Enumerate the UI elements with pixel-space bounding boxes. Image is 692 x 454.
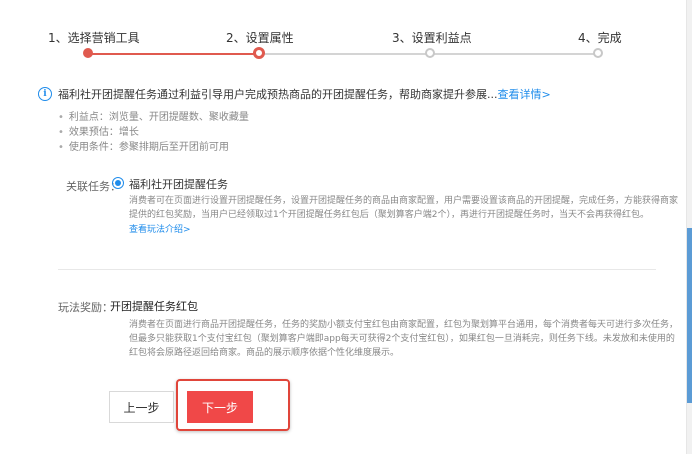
info-banner: i 福利社开团提醒任务通过利益引导用户完成预热商品的开团提醒任务，帮助商家提升参… — [38, 86, 551, 102]
bullet-conditions: 使用条件：参聚排期后至开团前可用 — [58, 140, 249, 155]
section-divider — [58, 269, 656, 270]
gameplay-intro-link[interactable]: 查看玩法介绍> — [129, 222, 191, 235]
related-task-radio[interactable] — [112, 177, 124, 189]
step-1-dot — [83, 48, 93, 58]
step-1-label: 1、选择营销工具 — [48, 31, 140, 45]
step-3-label: 3、设置利益点 — [392, 31, 472, 45]
prev-button[interactable]: 上一步 — [109, 391, 174, 423]
reward-desc-3: 红包将会原路径返回给商家。商品的展示顺序依据个性化维度展示。 — [129, 348, 400, 358]
step-3-dot — [425, 48, 435, 58]
step-2-dot — [253, 47, 265, 59]
scrollbar-track[interactable] — [687, 0, 692, 454]
scrollbar-thumb[interactable] — [687, 228, 692, 403]
view-details-link[interactable]: 查看详情> — [498, 86, 551, 102]
info-bullets: 利益点：浏览量、开团提醒数、聚收藏量 效果预估：增长 使用条件：参聚排期后至开团… — [58, 110, 249, 155]
step-4-label: 4、完成 — [578, 31, 622, 45]
next-button[interactable]: 下一步 — [187, 391, 253, 423]
progress-line-done — [92, 53, 260, 55]
bullet-benefits: 利益点：浏览量、开团提醒数、聚收藏量 — [58, 110, 249, 125]
related-task-desc-1: 消费者可在页面进行设置开团提醒任务，设置开团提醒任务的商品由商家配置，用户需要设… — [129, 196, 679, 206]
related-task-option[interactable]: 福利社开团提醒任务 — [129, 176, 228, 192]
stepper: 1、选择营销工具 2、设置属性 3、设置利益点 4、完成 — [0, 0, 686, 70]
reward-desc-2: 但最多只能获取1个支付宝红包（聚划算客户端即app每天可获得2个支付宝红包），如… — [129, 334, 675, 344]
reward-desc-1: 消费者在页面进行商品开团提醒任务，任务的奖励小额支付宝红包由商家配置，红包为聚划… — [129, 320, 679, 330]
bullet-effect: 效果预估：增长 — [58, 125, 249, 140]
page-frame: 1、选择营销工具 2、设置属性 3、设置利益点 4、完成 i 福利社开团提醒任务… — [0, 0, 687, 454]
reward-title: 开团提醒任务红包 — [110, 300, 198, 313]
info-text: 福利社开团提醒任务通过利益引导用户完成预热商品的开团提醒任务，帮助商家提升参展.… — [58, 88, 498, 101]
related-task-desc-2: 提供的红包奖励，当用户已经领取过1个开团提醒任务红包后（聚划算客户端2个），再进… — [129, 210, 649, 220]
reward-label: 玩法奖励： — [58, 301, 113, 314]
info-icon: i — [38, 87, 52, 101]
step-4-dot — [593, 48, 603, 58]
step-2-label: 2、设置属性 — [226, 31, 294, 45]
